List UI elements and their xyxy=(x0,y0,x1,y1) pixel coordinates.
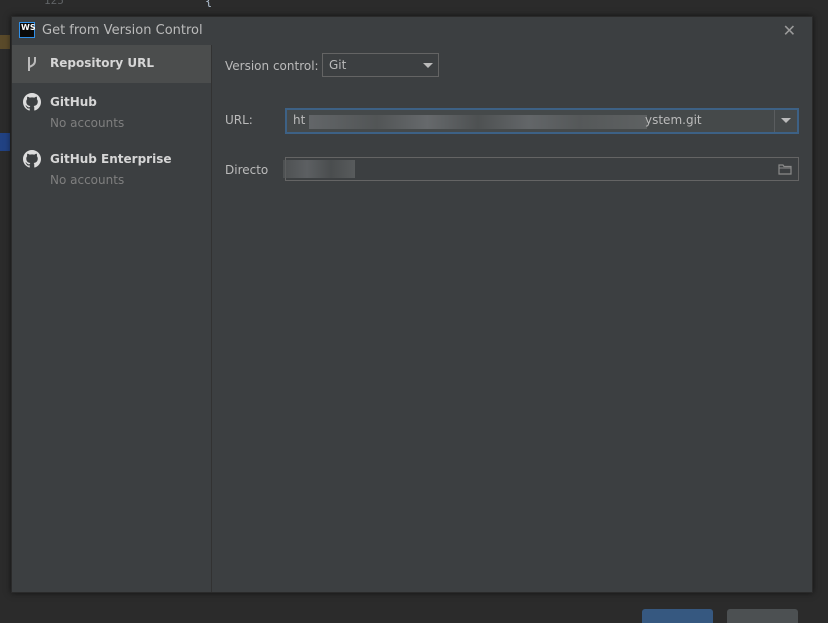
version-control-label: Version control: xyxy=(225,59,319,73)
vcs-source-sidebar: Repository URL GitHub No accounts GitHub… xyxy=(12,45,212,592)
sidebar-item-status: No accounts xyxy=(50,173,125,187)
sidebar-item-label: GitHub Enterprise xyxy=(50,152,172,166)
sidebar-item-github-enterprise[interactable]: GitHub Enterprise No accounts xyxy=(12,147,211,199)
chevron-down-icon[interactable] xyxy=(781,118,791,123)
directory-redacted-blur xyxy=(283,160,355,178)
get-from-vcs-dialog: WS Get from Version Control ✕ Repository… xyxy=(11,16,813,623)
editor-line-number: 125 xyxy=(44,0,64,7)
version-control-select[interactable]: Git xyxy=(322,53,439,77)
editor-gutter-marker xyxy=(0,35,10,49)
cancel-button[interactable] xyxy=(727,609,798,623)
sidebar-item-status: No accounts xyxy=(50,116,125,130)
directory-label: Directo xyxy=(225,163,269,177)
folder-icon[interactable] xyxy=(778,163,792,175)
sidebar-item-repository-url[interactable]: Repository URL xyxy=(12,45,211,83)
editor-code-brace: { xyxy=(205,0,213,8)
editor-selection-marker xyxy=(0,133,10,151)
github-icon xyxy=(23,93,41,111)
url-label: URL: xyxy=(225,113,253,127)
vcs-branch-icon xyxy=(28,57,36,71)
sidebar-item-label: Repository URL xyxy=(50,56,154,70)
sidebar-item-github[interactable]: GitHub No accounts xyxy=(12,90,211,142)
clone-button[interactable] xyxy=(642,609,713,623)
sidebar-item-label: GitHub xyxy=(50,95,97,109)
url-redacted-blur xyxy=(309,115,647,129)
url-value-start: ht xyxy=(293,113,306,127)
directory-input[interactable] xyxy=(283,157,799,181)
github-icon xyxy=(23,150,41,168)
webstorm-app-icon: WS xyxy=(19,22,36,38)
dialog-title: Get from Version Control xyxy=(42,23,203,38)
url-history-divider xyxy=(774,110,775,132)
clone-form: Version control: Git URL: ht ystem.git D… xyxy=(212,45,812,623)
url-input[interactable]: ht ystem.git xyxy=(285,108,799,134)
chevron-down-icon xyxy=(423,63,433,68)
url-value-end: ystem.git xyxy=(645,113,702,127)
dialog-titlebar: WS Get from Version Control ✕ xyxy=(12,17,812,45)
version-control-value: Git xyxy=(329,58,347,72)
close-icon[interactable]: ✕ xyxy=(783,21,796,40)
